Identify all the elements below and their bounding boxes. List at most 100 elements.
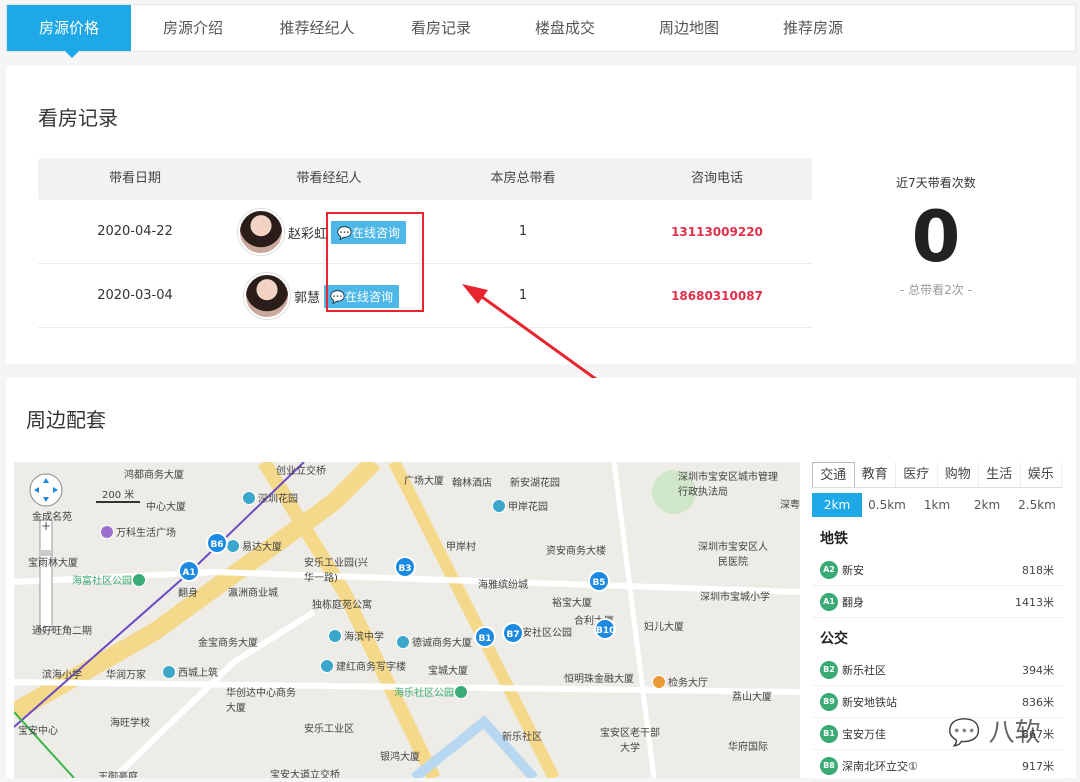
map-poi[interactable]: 中心大厦 [146, 498, 186, 513]
map-poi[interactable]: 宝雨林大厦 [28, 554, 78, 569]
row-phone[interactable]: 13113009220 [620, 200, 814, 264]
distance-option[interactable]: 2km [962, 498, 1012, 512]
distance-option[interactable]: 2.5km [1012, 498, 1062, 512]
tab-deals[interactable]: 楼盘成交 [503, 5, 627, 51]
map-poi[interactable]: 华府国际 [728, 738, 768, 753]
map-poi[interactable]: 荔山大厦 [732, 688, 772, 703]
map-poi[interactable]: 深圳市宝安区城市管理行政执法局 [678, 468, 778, 498]
row-count: 1 [518, 224, 528, 239]
map-poi[interactable]: 万科生活广场 [100, 524, 176, 539]
tab-price[interactable]: 房源价格 [7, 5, 131, 58]
map-poi[interactable]: 海富社区公园 [72, 572, 148, 587]
map-poi[interactable]: 德诚商务大厦 [396, 634, 472, 649]
map-poi[interactable]: 新乐社区 [502, 728, 542, 743]
map-poi[interactable]: 恒明珠金融大厦 [564, 670, 634, 685]
map-poi[interactable]: 海雅缤纷城 [478, 576, 528, 591]
bus-badge: B8 [820, 756, 838, 775]
map-marker-b7[interactable]: B7 [502, 622, 524, 644]
tab-medical[interactable]: 医疗 [896, 462, 938, 487]
map-poi[interactable]: 检务大厅 [652, 674, 708, 689]
map-marker-a1[interactable]: A1 [178, 560, 200, 582]
list-item[interactable]: A2 新安 818米 [812, 554, 1062, 586]
map-poi[interactable]: 深圳花园 [242, 490, 298, 505]
viewing-title: 看房记录 [38, 106, 118, 130]
metro-badge: A1 [820, 592, 838, 611]
map-marker-b1[interactable]: B1 [474, 626, 496, 648]
tab-intro[interactable]: 房源介绍 [131, 5, 255, 51]
list-item[interactable]: B2 新乐社区 394米 [812, 654, 1062, 686]
col-date: 带看日期 [108, 171, 161, 186]
map-poi[interactable]: 海滨中学 [328, 628, 384, 643]
map-marker-b10[interactable]: B10 [594, 618, 616, 640]
map-poi[interactable]: 资安商务大楼 [546, 542, 606, 557]
map-poi[interactable]: 安乐工业区 [304, 720, 354, 735]
map-poi[interactable]: 海旺学校 [110, 714, 150, 729]
table-row: 2020-04-22 赵彩虹 💬在线咨询 1 13113009220 [38, 200, 812, 264]
tab-education[interactable]: 教育 [855, 462, 896, 487]
map-poi[interactable]: 鸿都商务大厦 [124, 466, 184, 481]
house-tabs: 房源价格 房源介绍 推荐经纪人 看房记录 楼盘成交 周边地图 推荐房源 [6, 4, 1076, 58]
map-poi[interactable]: 宝安大道立交桥 [270, 766, 340, 778]
map-poi[interactable]: 银鸿大厦 [380, 748, 420, 763]
map-poi[interactable]: 金宝商务大厦 [198, 634, 258, 649]
map-poi[interactable]: 安乐工业园(兴华一路) [304, 554, 374, 584]
tab-recommend[interactable]: 推荐房源 [751, 5, 875, 51]
agent-name[interactable]: 赵彩虹 [288, 223, 327, 242]
map-poi[interactable]: 深粤 [780, 496, 800, 511]
map-poi[interactable]: 宝安区老干部大学 [600, 724, 660, 754]
viewing-records-card: 看房记录 带看日期 带看经纪人 本房总带看 咨询电话 2020-04-22 赵彩… [6, 66, 1076, 364]
category-tabs: 交通 教育 医疗 购物 生活 娱乐 [812, 462, 1062, 488]
row-date: 2020-03-04 [97, 288, 173, 303]
map-poi[interactable]: 裕宝大厦 [552, 594, 592, 609]
map-poi[interactable]: 宝安中心 [18, 722, 58, 737]
map-poi[interactable]: 甲岸花园 [492, 498, 548, 513]
row-date: 2020-04-22 [97, 224, 173, 239]
map-poi[interactable]: 创业立交桥 [276, 462, 326, 477]
avatar[interactable] [238, 209, 284, 255]
map-poi[interactable]: 翰林酒店 [452, 474, 492, 489]
tab-viewings[interactable]: 看房记录 [379, 5, 503, 51]
tab-entertainment[interactable]: 娱乐 [1021, 462, 1062, 487]
map-poi[interactable]: 深圳市宝安区人民医院 [698, 538, 768, 568]
agent-name[interactable]: 郭慧 [294, 287, 320, 306]
map-marker-b5[interactable]: B5 [588, 570, 610, 592]
weekly-stats: 近7天带看次数 0 - 总带看2次 - [836, 174, 1036, 298]
map-poi[interactable]: 宝城大厦 [428, 662, 468, 677]
map-poi[interactable]: 翻身 [178, 584, 198, 599]
row-phone[interactable]: 18680310087 [620, 264, 814, 328]
tab-agents[interactable]: 推荐经纪人 [255, 5, 379, 51]
map-poi[interactable]: 甲岸村 [446, 538, 476, 553]
map-poi[interactable]: 建红商务写字楼 [320, 658, 406, 673]
map-poi[interactable]: 新安湖花园 [510, 474, 560, 489]
map-poi[interactable]: 华创达中心商务大厦 [226, 684, 296, 714]
map-poi[interactable]: 西城上筑 [162, 664, 218, 679]
map-poi[interactable]: 王御豪庭 [98, 768, 138, 778]
tab-life[interactable]: 生活 [979, 462, 1021, 487]
map-poi[interactable]: 瀛洲商业城 [228, 584, 278, 599]
map-poi[interactable]: 易达大厦 [226, 538, 282, 553]
metro-title: 地铁 [820, 531, 848, 547]
distance-option[interactable]: 2km [812, 493, 862, 517]
map-poi[interactable]: 滨海小学 [42, 666, 82, 681]
tab-traffic[interactable]: 交通 [812, 462, 855, 487]
avatar[interactable] [244, 273, 290, 319]
metro-badge: A2 [820, 560, 838, 579]
map-poi[interactable]: 深圳市宝城小学 [700, 588, 770, 603]
tab-map[interactable]: 周边地图 [627, 5, 751, 51]
map-poi[interactable]: 独栋庭苑公寓 [312, 596, 372, 611]
map-poi[interactable]: 华润万家 [106, 666, 146, 681]
nearby-map[interactable]: + - 200 米 鸿都商务大厦 创业立交桥 广场大厦 翰林酒店 新安湖花园 深… [14, 462, 800, 778]
list-item[interactable]: A1 翻身 1413米 [812, 586, 1062, 618]
map-marker-b3[interactable]: B3 [394, 556, 416, 578]
distance-option[interactable]: 1km [912, 498, 962, 512]
map-poi[interactable]: 广场大厦 [404, 472, 444, 487]
tab-shopping[interactable]: 购物 [938, 462, 979, 487]
list-item[interactable]: B8 深南北环立交① 917米 [812, 750, 1062, 782]
map-poi[interactable]: 通好旺角二期 [32, 622, 92, 637]
map-marker-b6[interactable]: B6 [206, 532, 228, 554]
map-poi[interactable]: 海乐社区公园 [394, 684, 470, 699]
map-poi[interactable]: 金成名苑 [32, 508, 72, 523]
distance-option[interactable]: 0.5km [862, 498, 912, 512]
map-poi[interactable]: 妇儿大厦 [644, 618, 684, 633]
row-count: 1 [518, 288, 528, 303]
